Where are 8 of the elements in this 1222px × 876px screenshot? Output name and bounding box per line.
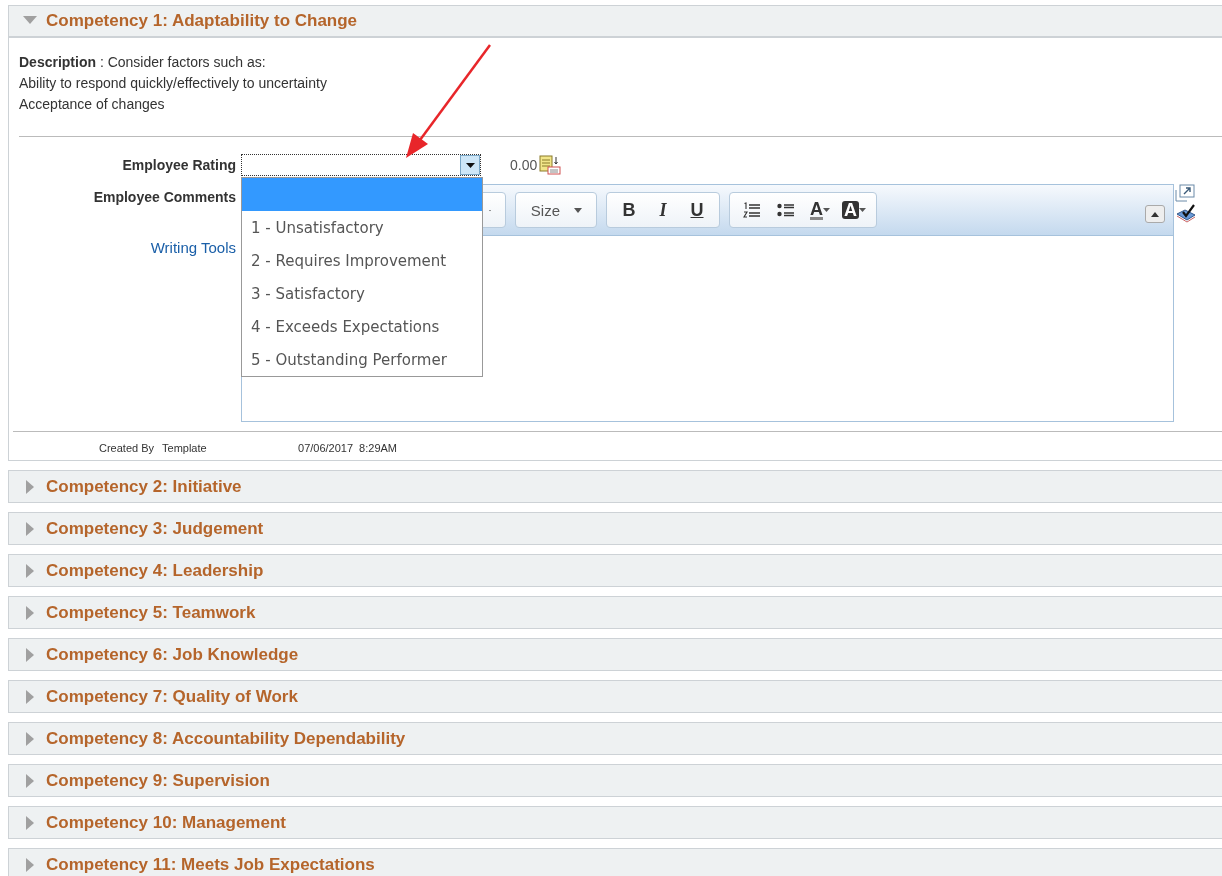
created-by-value: Template [162,442,208,454]
created-time: 8:29AM [359,442,397,454]
rating-score: 0.00 [510,157,538,173]
description-text: Description : Consider factors such as: Ability to respond quickly/effectively to uncertainty Acceptance of changes [19,53,327,114]
field-label: Employee Rating [121,157,236,173]
field-label: Employee Comments [92,189,236,205]
created-by-label: Created By [99,442,155,454]
created-date: 07/06/2017 [298,442,354,454]
